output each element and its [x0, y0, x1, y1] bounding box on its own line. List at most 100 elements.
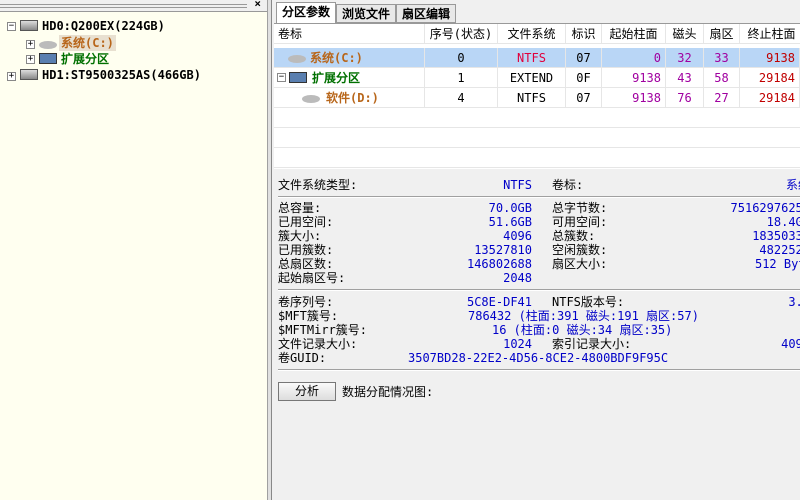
info-label: 可用空间:	[552, 215, 608, 229]
info-value: 系统	[785, 178, 800, 192]
cell-end-cyl: 9138	[740, 48, 800, 68]
info-label: 总扇区数:	[278, 257, 334, 271]
info-label: 索引记录大小:	[552, 337, 632, 351]
cell-end-cyl: 29184	[740, 88, 800, 108]
table-row[interactable]: − 扩展分区 1 EXTEND 0F 9138 43 58 29184	[274, 68, 800, 88]
info-label: 文件系统类型:	[278, 178, 358, 192]
info-label: 簇大小:	[278, 229, 322, 243]
cell-index: 1	[425, 68, 498, 88]
info-label: 文件记录大小:	[278, 337, 358, 351]
info-label: 空闲簇数:	[552, 243, 608, 257]
info-value: 16 (柱面:0 磁头:34 扇区:35)	[492, 323, 673, 337]
tab-sector-edit[interactable]: 扇区编辑	[396, 4, 457, 23]
info-value: 18350335	[752, 229, 800, 243]
info-label: 总簇数:	[552, 229, 596, 243]
info-value: 512 Bytes	[754, 257, 800, 271]
info-value: 3.1	[788, 295, 800, 309]
cell-label: 软件(D:)	[322, 88, 425, 108]
info-value: 786432 (柱面:391 磁头:191 扇区:57)	[468, 309, 699, 323]
extended-partition-icon	[39, 53, 57, 64]
info-value: 4096	[781, 337, 800, 351]
info-label: NTFS版本号:	[552, 295, 625, 309]
table-row[interactable]: 软件(D:) 4 NTFS 07 9138 76 27 29184	[274, 88, 800, 108]
info-value: 1024	[503, 337, 532, 351]
table-row-empty	[274, 148, 800, 168]
info-value: 70.0GB	[488, 201, 532, 215]
cell-head: 76	[666, 88, 704, 108]
extended-partition-icon	[289, 72, 307, 83]
tab-browse-files[interactable]: 浏览文件	[336, 4, 397, 23]
info-value: 75162976256	[730, 201, 800, 215]
cell-sector: 58	[704, 68, 740, 88]
partition-panel: 分区参数 浏览文件 扇区编辑 卷标 序号(状态) 文件系统 标识 起始柱面 磁头…	[272, 0, 800, 500]
cell-fs: EXTEND	[498, 68, 566, 88]
column-header[interactable]: 序号(状态)	[425, 24, 498, 44]
info-value: 18.4GB	[766, 215, 800, 229]
info-value: 4096	[503, 229, 532, 243]
table-header: 卷标 序号(状态) 文件系统 标识 起始柱面 磁头 扇区 终止柱面	[274, 24, 800, 44]
cell-sector: 27	[704, 88, 740, 108]
column-header[interactable]: 起始柱面	[602, 24, 666, 44]
tree-item-extended[interactable]: 扩展分区	[61, 51, 109, 67]
cell-end-cyl: 29184	[740, 68, 800, 88]
cell-label: 扩展分区	[308, 68, 425, 88]
info-label: 卷序列号:	[278, 295, 334, 309]
cell-label: 系统(C:)	[306, 48, 425, 68]
cell-head: 32	[666, 48, 704, 68]
cell-index: 0	[425, 48, 498, 68]
close-icon[interactable]: ×	[254, 0, 261, 10]
partition-table: 卷标 序号(状态) 文件系统 标识 起始柱面 磁头 扇区 终止柱面 系统(C:)…	[274, 23, 800, 169]
table-row-empty	[274, 128, 800, 148]
info-label: 卷标:	[552, 178, 584, 192]
cell-start-cyl: 0	[602, 48, 666, 68]
alloc-map-label: 数据分配情况图:	[342, 385, 434, 399]
hard-disk-icon	[20, 69, 38, 80]
table-row-empty	[274, 108, 800, 128]
panel-header: ×	[0, 0, 267, 12]
info-label: 总容量:	[278, 201, 322, 215]
column-header[interactable]: 标识	[566, 24, 602, 44]
info-value: 13527810	[474, 243, 532, 257]
info-label: $MFT簇号:	[278, 309, 339, 323]
info-value: 5C8E-DF41	[466, 295, 532, 309]
info-label: 已用簇数:	[278, 243, 334, 257]
table-row[interactable]: 系统(C:) 0 NTFS 07 0 32 33 9138	[274, 48, 800, 68]
info-value: 4822525	[759, 243, 800, 257]
cell-fs: NTFS	[498, 48, 566, 68]
cell-start-cyl: 9138	[602, 68, 666, 88]
column-header[interactable]: 磁头	[666, 24, 704, 44]
column-header[interactable]: 扇区	[704, 24, 740, 44]
tree-item-disk0[interactable]: HD0:Q200EX(224GB)	[42, 18, 165, 34]
cell-id: 0F	[566, 68, 602, 88]
disk-tree-panel: × − HD0:Q200EX(224GB) + 系统(C:) + 扩展分区 + …	[0, 0, 268, 500]
info-label: 已用空间:	[278, 215, 334, 229]
volume-icon	[302, 95, 320, 103]
info-label: 卷GUID:	[278, 351, 327, 365]
info-value: NTFS	[503, 178, 532, 192]
info-label: 扇区大小:	[552, 257, 608, 271]
tree-item-disk1[interactable]: HD1:ST9500325AS(466GB)	[42, 67, 201, 83]
cell-start-cyl: 9138	[602, 88, 666, 108]
cell-sector: 33	[704, 48, 740, 68]
analyze-button[interactable]: 分析	[278, 382, 336, 401]
collapse-icon[interactable]: −	[7, 22, 16, 31]
info-label: 总字节数:	[552, 201, 608, 215]
tree-item-vol-c[interactable]: 系统(C:)	[59, 35, 116, 51]
expand-icon[interactable]: +	[26, 40, 35, 49]
info-label: $MFTMirr簇号:	[278, 323, 368, 337]
collapse-icon[interactable]: −	[277, 73, 286, 82]
tab-partition-params[interactable]: 分区参数	[276, 2, 337, 23]
column-header[interactable]: 卷标	[274, 24, 425, 44]
cell-fs: NTFS	[498, 88, 566, 108]
hard-disk-icon	[20, 20, 38, 31]
column-header[interactable]: 终止柱面	[740, 24, 800, 44]
expand-icon[interactable]: +	[7, 72, 16, 81]
expand-icon[interactable]: +	[26, 55, 35, 64]
cell-index: 4	[425, 88, 498, 108]
column-header[interactable]: 文件系统	[498, 24, 566, 44]
cell-id: 07	[566, 48, 602, 68]
info-value: 51.6GB	[488, 215, 532, 229]
info-value: 2048	[503, 271, 532, 285]
info-value: 3507BD28-22E2-4D56-8CE2-4800BDF9F95C	[408, 351, 669, 365]
info-label: 起始扇区号:	[278, 271, 346, 285]
